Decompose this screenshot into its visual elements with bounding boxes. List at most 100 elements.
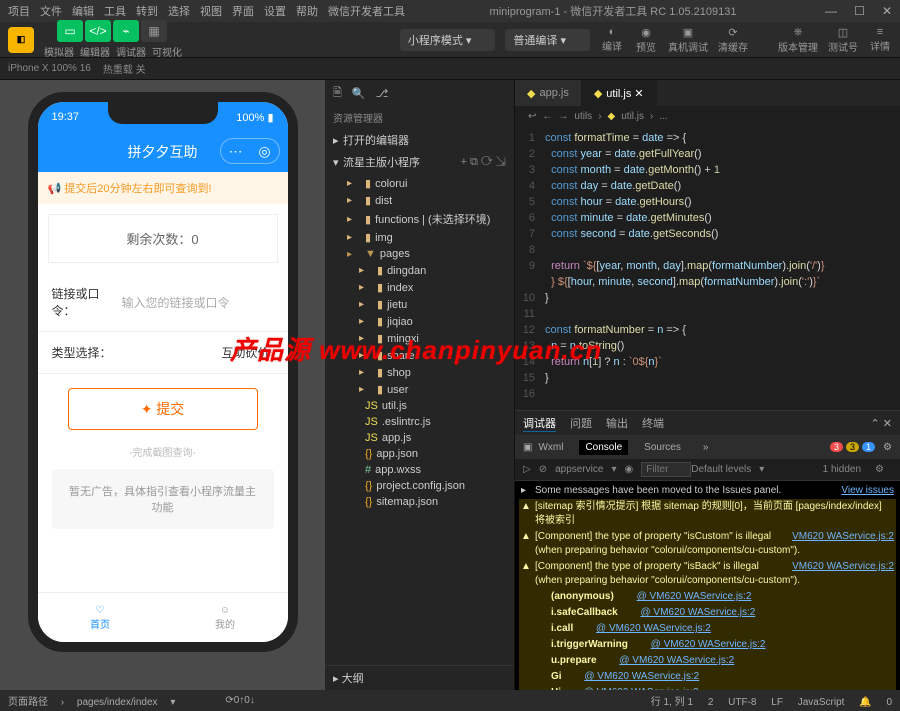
tree-item-app.js[interactable]: JSapp.js (325, 430, 514, 446)
code-editor[interactable]: 1const formatTime = date => {2 const yea… (515, 126, 900, 410)
tree-item-util.js[interactable]: JSutil.js (325, 398, 514, 414)
menu-视图[interactable]: 视图 (200, 6, 222, 18)
scope-select[interactable]: appservice (555, 464, 603, 475)
tree-item-img[interactable]: ▸▮img (325, 229, 514, 246)
menu-帮助[interactable]: 帮助 (296, 6, 318, 18)
back-icon[interactable]: ↩ (528, 111, 536, 122)
compile-button[interactable]: ◐ (600, 26, 624, 38)
minimize-button[interactable]: — (825, 4, 837, 18)
menu-文件[interactable]: 文件 (40, 6, 62, 18)
tree-item-dist[interactable]: ▸▮dist (325, 192, 514, 209)
outline-section[interactable]: ▸ 大纲 (325, 665, 514, 690)
menu-微信开发者工具[interactable]: 微信开发者工具 (328, 6, 405, 18)
tree-item-pages[interactable]: ▸▼pages (325, 246, 514, 262)
tree-item-index[interactable]: ▸▮index (325, 279, 514, 296)
inspect-icon[interactable]: ▣ (523, 442, 532, 453)
simulator-toggle[interactable]: ▭ (57, 20, 83, 42)
tree-item-colorui[interactable]: ▸▮colorui (325, 175, 514, 192)
language[interactable]: JavaScript (798, 697, 845, 708)
tree-item-dingdan[interactable]: ▸▮dingdan (325, 262, 514, 279)
visual-toggle[interactable]: ▦ (141, 20, 167, 42)
tab-debugger[interactable]: 调试器 (523, 415, 556, 432)
tab-sources[interactable]: Sources (638, 440, 687, 455)
menu-界面[interactable]: 界面 (232, 6, 254, 18)
breadcrumb[interactable]: ↩ ←→ utils› ◆util.js› ... (515, 106, 900, 126)
levels-select[interactable]: Default levels (691, 464, 751, 475)
close-capsule-icon[interactable]: ◎ (258, 143, 270, 160)
link-input[interactable]: 输入您的链接或口令 (122, 294, 274, 311)
menu-工具[interactable]: 工具 (104, 6, 126, 18)
type-row[interactable]: 类型选择： 互助砍价 › (38, 332, 288, 374)
eye-icon[interactable]: ◉ (624, 464, 633, 475)
close-button[interactable]: ✕ (882, 4, 892, 18)
sync-icon[interactable]: ⟳0↑0↓ (225, 695, 255, 706)
clear-cache-button[interactable]: ⟳ (721, 26, 745, 39)
cursor-pos[interactable]: 行 1, 列 1 (651, 697, 693, 708)
tree-item-shop[interactable]: ▸▮shop (325, 364, 514, 381)
hot-reload-toggle[interactable]: 热重载 关 (103, 61, 146, 76)
console-output[interactable]: ▸Some messages have been moved to the Is… (515, 481, 900, 690)
tree-item-project.config.json[interactable]: {}project.config.json (325, 478, 514, 494)
menu-转到[interactable]: 转到 (136, 6, 158, 18)
scm-icon[interactable]: ⎇ (376, 87, 389, 100)
editor-toggle[interactable]: </> (85, 20, 111, 42)
tree-item-sitemap.json[interactable]: {}sitemap.json (325, 494, 514, 510)
project-section[interactable]: ▾流星主版小程序 + ⧉ ⟳ ⇲ (325, 151, 514, 173)
clear-console-icon[interactable]: ▷ (523, 464, 531, 475)
tree-item-user[interactable]: ▸▮user (325, 381, 514, 398)
tree-item-app.wxss[interactable]: #app.wxss (325, 462, 514, 478)
debugger-toggle[interactable]: ⌁ (113, 20, 139, 42)
version-button[interactable]: ⎈ (786, 26, 810, 39)
tree-item-functions | (未选择环境)[interactable]: ▸▮functions | (未选择环境) (325, 209, 514, 229)
capsule[interactable]: ⋯ ◎ (220, 138, 280, 164)
editor-tab-app.js[interactable]: ◆app.js (515, 80, 582, 106)
heart-icon: ♡ (96, 605, 105, 616)
menu-icon[interactable]: ⋯ (228, 143, 242, 160)
preview-button[interactable]: ◉ (634, 26, 658, 39)
tree-item-app.json[interactable]: {}app.json (325, 446, 514, 462)
details-button[interactable]: ≡ (868, 26, 892, 38)
indent[interactable]: 2 (708, 697, 714, 708)
menu-项目[interactable]: 项目 (8, 6, 30, 18)
settings-icon[interactable]: ⚙ (875, 464, 884, 475)
page-title: 拼夕夕互助 (128, 142, 198, 162)
mode-select[interactable]: 小程序模式 ▾ (400, 29, 496, 51)
tree-item-share[interactable]: ▸▮share (325, 347, 514, 364)
warn-badge[interactable]: 3 (846, 442, 859, 452)
open-editors-section[interactable]: ▸打开的编辑器 (325, 129, 514, 151)
notifications-icon[interactable]: 🔔 0 (859, 697, 892, 708)
test-account-button[interactable]: ◫ (831, 26, 855, 39)
submit-button[interactable]: ✦ 提交 (68, 388, 258, 430)
remote-debug-button[interactable]: ▣ (676, 26, 700, 39)
tree-item-mingxi[interactable]: ▸▮mingxi (325, 330, 514, 347)
encoding[interactable]: UTF-8 (728, 697, 756, 708)
menu-编辑[interactable]: 编辑 (72, 6, 94, 18)
tab-mine[interactable]: ☺ 我的 (163, 593, 288, 642)
files-icon[interactable]: 🗎 (333, 84, 342, 103)
stop-icon[interactable]: ⊘ (539, 464, 547, 475)
search-icon[interactable]: 🔍 (352, 87, 366, 100)
filter-input[interactable] (641, 462, 691, 477)
device-select[interactable]: iPhone X 100% 16 (8, 63, 91, 74)
eol[interactable]: LF (771, 697, 783, 708)
compile-select[interactable]: 普通编译 ▾ (505, 29, 590, 51)
info-badge[interactable]: 1 (862, 442, 875, 452)
tree-item-jiqiao[interactable]: ▸▮jiqiao (325, 313, 514, 330)
error-badge[interactable]: 3 (830, 442, 843, 452)
tree-item-.eslintrc.js[interactable]: JS.eslintrc.js (325, 414, 514, 430)
page-path[interactable]: pages/index/index (77, 697, 158, 708)
tab-console[interactable]: Console (579, 440, 628, 455)
maximize-button[interactable]: ☐ (854, 4, 865, 18)
tab-wxml[interactable]: Wxml (532, 440, 569, 455)
link-row[interactable]: 链接或口令： 输入您的链接或口令 (38, 273, 288, 332)
tab-home[interactable]: ♡ 首页 (38, 593, 163, 642)
tab-output[interactable]: 输出 (606, 415, 628, 431)
menu-选择[interactable]: 选择 (168, 6, 190, 18)
tab-terminal[interactable]: 终端 (642, 415, 664, 431)
tab-problems[interactable]: 问题 (570, 415, 592, 431)
gear-icon[interactable]: ⚙ (883, 442, 892, 453)
hidden-count[interactable]: 1 hidden (823, 464, 861, 475)
tree-item-jietu[interactable]: ▸▮jietu (325, 296, 514, 313)
menu-设置[interactable]: 设置 (264, 6, 286, 18)
editor-tab-util.js[interactable]: ◆util.js ✕ (582, 80, 657, 106)
